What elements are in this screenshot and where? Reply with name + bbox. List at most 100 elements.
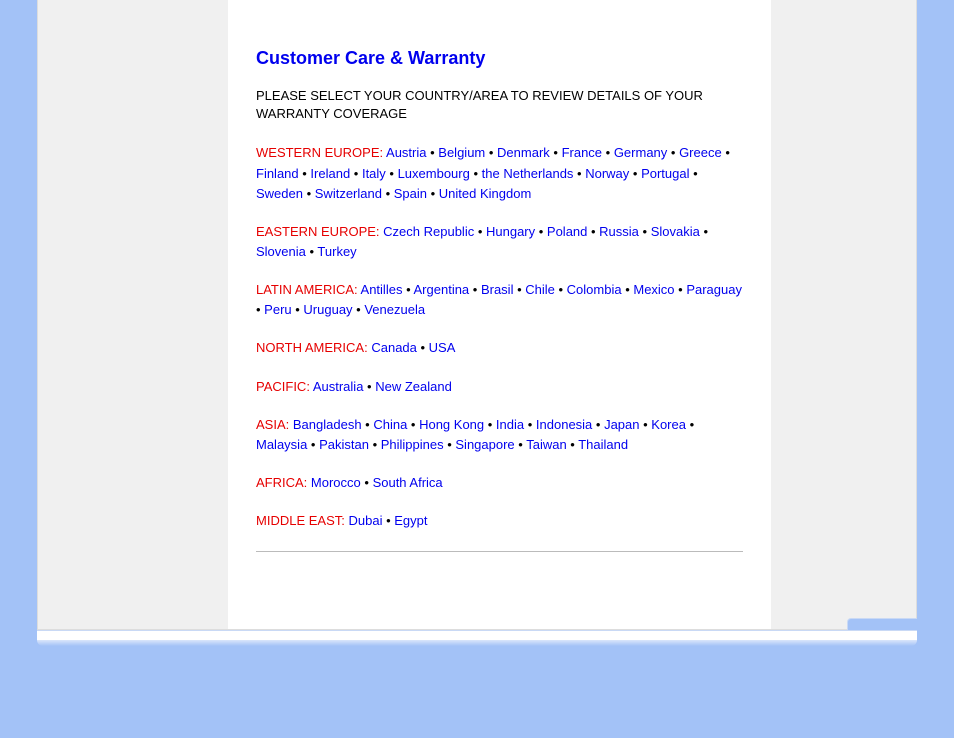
instruction-text: PLEASE SELECT YOUR COUNTRY/AREA TO REVIE… — [256, 87, 743, 123]
separator: • — [629, 166, 641, 181]
country-link[interactable]: Dubai — [348, 513, 382, 528]
region-block: AFRICA: Morocco • South Africa — [256, 473, 743, 493]
region-block: NORTH AMERICA: Canada • USA — [256, 338, 743, 358]
country-link[interactable]: Korea — [651, 417, 686, 432]
bottom-shadow — [37, 640, 917, 646]
separator: • — [622, 282, 634, 297]
country-link[interactable]: Slovakia — [651, 224, 700, 239]
separator: • — [382, 513, 394, 528]
country-link[interactable]: Thailand — [578, 437, 628, 452]
country-link[interactable]: Pakistan — [319, 437, 369, 452]
separator: • — [361, 475, 373, 490]
country-link[interactable]: Colombia — [567, 282, 622, 297]
separator: • — [407, 417, 419, 432]
country-link[interactable]: Luxembourg — [398, 166, 470, 181]
country-link[interactable]: France — [562, 145, 602, 160]
country-link[interactable]: Malaysia — [256, 437, 307, 452]
separator: • — [573, 166, 585, 181]
country-link[interactable]: Egypt — [394, 513, 427, 528]
region-label: WESTERN EUROPE: — [256, 145, 383, 160]
region-label: MIDDLE EAST: — [256, 513, 345, 528]
country-link[interactable]: Portugal — [641, 166, 689, 181]
country-link[interactable]: Mexico — [633, 282, 674, 297]
country-link[interactable]: Finland — [256, 166, 299, 181]
country-link[interactable]: Italy — [362, 166, 386, 181]
country-link[interactable]: Bangladesh — [293, 417, 362, 432]
country-link[interactable]: Ireland — [310, 166, 350, 181]
country-link[interactable]: South Africa — [373, 475, 443, 490]
separator: • — [292, 302, 304, 317]
separator: • — [675, 282, 687, 297]
separator: • — [417, 340, 429, 355]
country-link[interactable]: Canada — [371, 340, 417, 355]
country-link[interactable]: the Netherlands — [482, 166, 574, 181]
region-label: ASIA: — [256, 417, 289, 432]
separator: • — [256, 302, 264, 317]
region-label: LATIN AMERICA: — [256, 282, 358, 297]
country-link[interactable]: New Zealand — [375, 379, 452, 394]
country-link[interactable]: Poland — [547, 224, 587, 239]
left-margin — [38, 0, 228, 629]
country-link[interactable]: Uruguay — [303, 302, 352, 317]
country-link[interactable]: Norway — [585, 166, 629, 181]
country-link[interactable]: Indonesia — [536, 417, 592, 432]
region-label: PACIFIC: — [256, 379, 310, 394]
separator: • — [299, 166, 311, 181]
bottom-bar — [37, 630, 917, 640]
country-link[interactable]: Hong Kong — [419, 417, 484, 432]
separator: • — [639, 224, 651, 239]
separator: • — [427, 186, 439, 201]
separator: • — [686, 417, 694, 432]
country-link[interactable]: USA — [429, 340, 456, 355]
country-link[interactable]: Japan — [604, 417, 639, 432]
country-link[interactable]: Greece — [679, 145, 722, 160]
country-link[interactable]: Denmark — [497, 145, 550, 160]
country-link[interactable]: Peru — [264, 302, 291, 317]
country-link[interactable]: India — [496, 417, 524, 432]
country-link[interactable]: Venezuela — [364, 302, 425, 317]
country-link[interactable]: United Kingdom — [439, 186, 532, 201]
country-link[interactable]: Philippines — [381, 437, 444, 452]
separator: • — [667, 145, 679, 160]
country-link[interactable]: Turkey — [317, 244, 356, 259]
separator: • — [353, 302, 365, 317]
separator: • — [369, 437, 381, 452]
region-label: AFRICA: — [256, 475, 307, 490]
separator: • — [640, 417, 652, 432]
country-link[interactable]: Brasil — [481, 282, 514, 297]
country-link[interactable]: Singapore — [455, 437, 514, 452]
right-margin — [771, 0, 916, 629]
country-link[interactable]: Hungary — [486, 224, 535, 239]
separator: • — [444, 437, 456, 452]
content-area: Customer Care & Warranty PLEASE SELECT Y… — [228, 0, 771, 629]
separator: • — [350, 166, 362, 181]
country-link[interactable]: Sweden — [256, 186, 303, 201]
country-link[interactable]: Germany — [614, 145, 667, 160]
country-link[interactable]: Taiwan — [526, 437, 566, 452]
country-link[interactable]: Russia — [599, 224, 639, 239]
separator: • — [515, 437, 527, 452]
country-link[interactable]: Chile — [525, 282, 555, 297]
separator: • — [303, 186, 315, 201]
country-link[interactable]: Switzerland — [315, 186, 382, 201]
separator: • — [469, 282, 481, 297]
divider — [256, 551, 743, 552]
separator: • — [700, 224, 708, 239]
country-link[interactable]: Antilles — [361, 282, 403, 297]
country-link[interactable]: Morocco — [311, 475, 361, 490]
country-link[interactable]: Slovenia — [256, 244, 306, 259]
region-label: NORTH AMERICA: — [256, 340, 368, 355]
separator: • — [363, 379, 375, 394]
country-link[interactable]: Australia — [313, 379, 364, 394]
country-link[interactable]: Austria — [386, 145, 426, 160]
separator: • — [382, 186, 394, 201]
separator: • — [306, 244, 318, 259]
country-link[interactable]: Spain — [394, 186, 427, 201]
country-link[interactable]: China — [373, 417, 407, 432]
country-link[interactable]: Paraguay — [686, 282, 742, 297]
country-link[interactable]: Czech Republic — [383, 224, 474, 239]
separator: • — [427, 145, 439, 160]
country-link[interactable]: Belgium — [438, 145, 485, 160]
separator: • — [402, 282, 413, 297]
country-link[interactable]: Argentina — [414, 282, 470, 297]
